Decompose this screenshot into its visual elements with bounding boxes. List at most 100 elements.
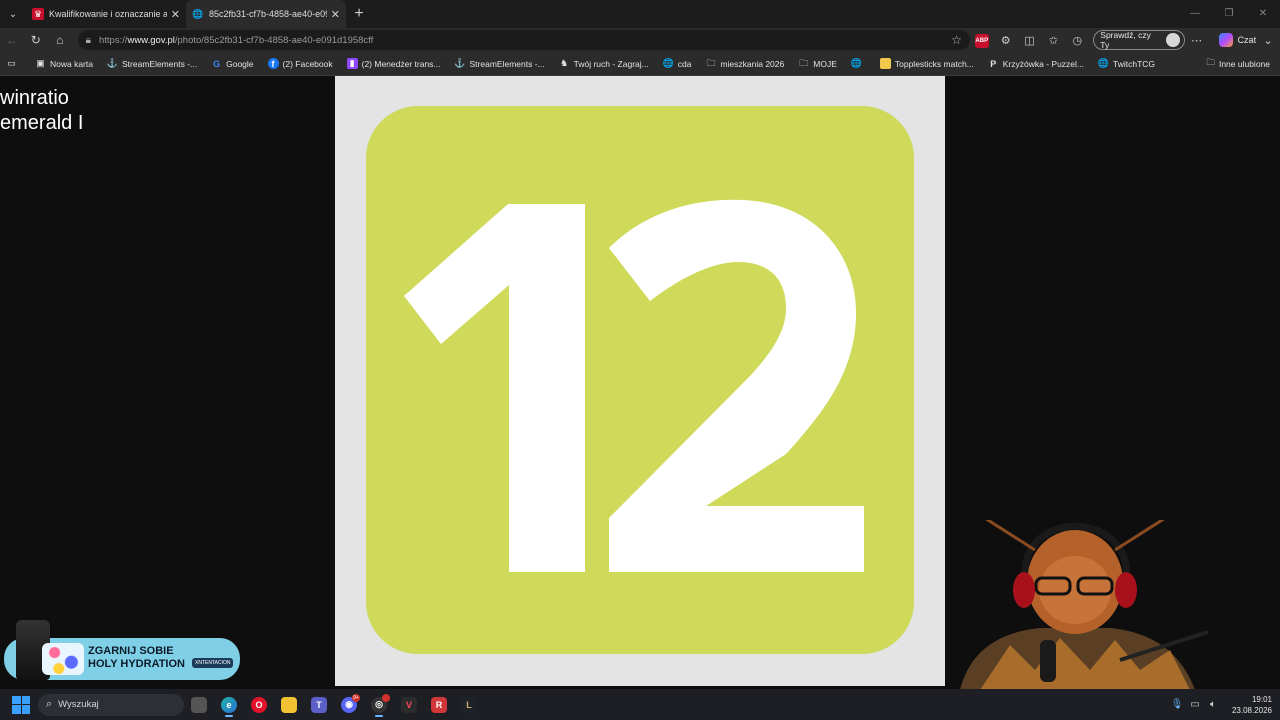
- favorites-icon[interactable]: ✩: [1042, 34, 1066, 47]
- abp-icon: ABP: [974, 33, 989, 48]
- other-favorites[interactable]: 🗀 Inne ulubione: [1206, 52, 1270, 76]
- url-field[interactable]: 🔒︎ https://www.gov.pl/photo/85c2fb31-cf7…: [77, 30, 970, 50]
- edge-browser-icon[interactable]: e: [214, 693, 244, 717]
- url-host: www.gov.pl: [127, 34, 175, 46]
- league-of-legends-icon[interactable]: L: [454, 693, 484, 717]
- bookmark-label: cda: [677, 58, 692, 69]
- lock-icon[interactable]: 🔒︎: [86, 35, 91, 46]
- tab-kwalifikowanie[interactable]: ♛ Kwalifikowanie i oznaczanie audycji ✕: [26, 0, 186, 28]
- close-icon[interactable]: ✕: [331, 8, 340, 21]
- riot-client-icon[interactable]: R: [424, 693, 454, 717]
- bookmark-label: TwitchTCG: [1113, 58, 1156, 69]
- folder-icon: 🗀: [799, 57, 809, 68]
- split-screen-icon[interactable]: ◫: [1018, 34, 1042, 47]
- network-icon[interactable]: ▭: [1186, 699, 1204, 710]
- copilot-chat-button[interactable]: Czat: [1218, 33, 1257, 47]
- taskbar-search[interactable]: ⌕ Wyszukaj: [38, 693, 184, 716]
- age-rating-12-icon: [404, 199, 864, 572]
- extensions-icon[interactable]: ⚙: [994, 34, 1018, 47]
- bookmark-label: Nowa karta: [50, 58, 93, 69]
- history-icon[interactable]: ◷: [1065, 34, 1089, 47]
- url-scheme: https://: [99, 34, 128, 46]
- new-tab-button[interactable]: +: [346, 5, 372, 23]
- bookmark-item[interactable]: ⚓ StreamElements -...: [454, 58, 545, 69]
- new-tab-icon: ▣: [36, 58, 45, 68]
- close-icon[interactable]: ✕: [171, 8, 180, 21]
- bookmark-label: MOJE: [813, 58, 837, 69]
- address-bar-row: ← ↻ ⌂ 🔒︎ https://www.gov.pl/photo/85c2fb…: [0, 28, 1280, 52]
- bookmark-folder[interactable]: 🗀 MOJE: [798, 58, 837, 69]
- promo-pattern-image: [42, 643, 84, 675]
- minimize-icon[interactable]: —: [1178, 0, 1212, 28]
- maximize-icon[interactable]: ❐: [1212, 0, 1246, 28]
- age-rating-tile: 12: [366, 106, 914, 654]
- opera-icon[interactable]: O: [244, 693, 274, 717]
- folder-icon: 🗀: [706, 57, 716, 68]
- back-button[interactable]: ←: [0, 33, 24, 47]
- clock[interactable]: 19:01 23.08.2026: [1232, 694, 1272, 716]
- twitch-icon: ▮: [346, 58, 358, 69]
- bookmark-item[interactable]: ▣ Nowa karta: [35, 58, 93, 69]
- bookmark-item[interactable]: Topplesticks match...: [879, 58, 974, 69]
- bookmark-item[interactable]: G Google: [211, 58, 253, 69]
- reload-button[interactable]: ↻: [24, 33, 48, 47]
- task-view-icon[interactable]: [184, 693, 214, 717]
- windows-start-icon[interactable]: [12, 695, 30, 714]
- adblock-extension-button[interactable]: ABP: [970, 33, 994, 48]
- chess-icon: ♞: [560, 58, 569, 68]
- bookmark-label: (2) Facebook: [282, 58, 333, 69]
- copilot-icon: [1218, 33, 1233, 47]
- streamer-webcam-overlay: [960, 520, 1209, 690]
- more-menu-icon[interactable]: ⋯: [1185, 34, 1209, 47]
- bookmark-item[interactable]: P Krzyżówka - Puzzel...: [988, 58, 1084, 69]
- promo-line2: HOLY HYDRATION: [88, 658, 185, 670]
- anchor-icon: ⚓: [106, 58, 119, 68]
- globe-icon: 🌐: [662, 58, 674, 68]
- profile-button[interactable]: Sprawdź, czy Ty: [1093, 30, 1185, 50]
- file-explorer-icon[interactable]: [274, 693, 304, 717]
- bookmark-folder[interactable]: 🗀 mieszkania 2026: [705, 58, 784, 69]
- globe-icon: 🌐: [850, 58, 862, 68]
- google-icon: G: [213, 58, 221, 69]
- other-favorites-label: Inne ulubione: [1218, 59, 1270, 69]
- gov-emblem-icon: ♛: [32, 8, 44, 20]
- tab-actions-menu-icon[interactable]: ⌄: [0, 0, 26, 28]
- promo-text: ZGARNIJ SOBIE HOLY HYDRATION: [88, 645, 185, 671]
- clock-date: 23.08.2026: [1231, 705, 1272, 715]
- bookmarks-toggle-icon[interactable]: ▭: [6, 58, 21, 69]
- stream-overlay-text: winratio emerald I: [0, 86, 83, 136]
- chat-label: Czat: [1237, 35, 1257, 45]
- clock-time: 19:01: [1251, 694, 1272, 704]
- obs-icon[interactable]: ◎: [364, 693, 394, 717]
- promo-brand-tag: XNTENTACION: [192, 658, 234, 668]
- window-close-icon[interactable]: ✕: [1246, 0, 1280, 28]
- discord-icon[interactable]: ◉ 9+: [334, 693, 364, 717]
- bookmark-label: StreamElements -...: [469, 58, 545, 69]
- system-tray: 🎙︎ ▭ 🔈︎ 19:01 23.08.2026: [1168, 689, 1272, 720]
- bookmark-item[interactable]: ⚓ StreamElements -...: [107, 58, 197, 69]
- bookmark-item[interactable]: 🌐: [851, 58, 866, 69]
- bookmark-item[interactable]: f (2) Facebook: [267, 58, 333, 69]
- bookmark-item[interactable]: 🌐 cda: [663, 58, 692, 69]
- tab-bar: ⌄ ♛ Kwalifikowanie i oznaczanie audycji …: [0, 0, 1280, 28]
- bookmark-label: mieszkania 2026: [720, 58, 785, 69]
- tab-photo[interactable]: 🌐 85c2fb31-cf7b-4858-ae40-e091d1958cff ✕: [186, 0, 346, 28]
- favorite-star-icon[interactable]: ☆: [951, 33, 962, 47]
- globe-icon: 🌐: [192, 8, 204, 19]
- promo-line1: ZGARNIJ SOBIE: [88, 645, 174, 657]
- tab-title: 85c2fb31-cf7b-4858-ae40-e091d1958cff: [209, 9, 327, 19]
- valorant-icon[interactable]: V: [394, 693, 424, 717]
- bookmark-item[interactable]: ♞ Twój ruch - Zagraj...: [559, 58, 649, 69]
- bookmark-label: Krzyżówka - Puzzel...: [1002, 58, 1085, 69]
- teams-icon[interactable]: T: [304, 693, 334, 717]
- microphone-icon[interactable]: 🎙︎: [1168, 699, 1186, 710]
- bookmark-item[interactable]: 🌐 TwitchTCG: [1098, 58, 1155, 69]
- taskbar: ⌕ Wyszukaj e O T ◉ 9+ ◎ V R L 🎙︎ ▭ 🔈︎ 19:…: [0, 689, 1280, 720]
- promo-banner[interactable]: ZGARNIJ SOBIE HOLY HYDRATION XNTENTACION: [4, 620, 240, 680]
- bookmark-item[interactable]: ▮ (2) Menedżer trans...: [346, 58, 441, 69]
- window-controls: — ❐ ✕: [1178, 0, 1280, 28]
- chevron-down-icon[interactable]: ⌄: [1256, 34, 1280, 47]
- volume-icon[interactable]: 🔈︎: [1204, 699, 1222, 710]
- home-button[interactable]: ⌂: [48, 33, 72, 47]
- displayed-photo: 12: [335, 76, 945, 686]
